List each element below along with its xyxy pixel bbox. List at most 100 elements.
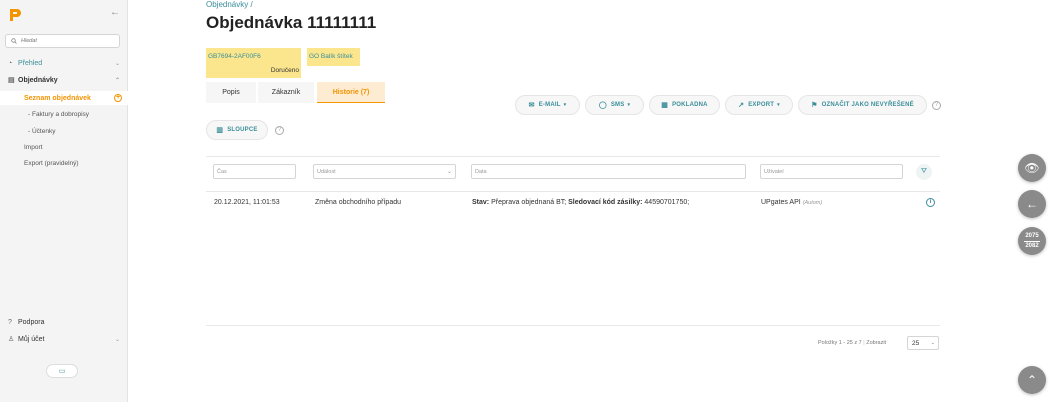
chevron-down-icon: ⌄: [930, 340, 935, 346]
zoom-bottom-value: 2082: [1025, 242, 1039, 249]
chevron-down-icon: ⌄: [114, 336, 120, 343]
calendar-icon: ▭: [58, 368, 66, 375]
export-icon: ↗: [738, 102, 745, 109]
zoom-indicator[interactable]: 2075 2082: [1018, 227, 1046, 255]
columns-label: SLOUPCE: [227, 127, 258, 133]
chevron-up-icon: ⌃: [114, 77, 120, 84]
sidebar-search[interactable]: [5, 34, 120, 48]
sidebar: ← ◔ Přehled ⌄ ▤ Objednávky ⌃ Seznam obje…: [0, 0, 128, 402]
sidebar-item-overview[interactable]: ◔ Přehled ⌄: [0, 56, 128, 70]
tab-description[interactable]: Popis: [206, 82, 256, 103]
cash-register-icon: ▦: [661, 102, 669, 109]
search-input[interactable]: [21, 38, 111, 44]
chevron-up-icon: ⌃: [1026, 373, 1038, 387]
sidebar-item-account[interactable]: ♙ Můj účet ⌄: [0, 332, 128, 346]
filter-time[interactable]: Čas: [213, 164, 296, 179]
row-data-value: Přeprava objednaná BT;: [491, 199, 567, 206]
info-icon[interactable]: i: [926, 198, 935, 207]
pagination-range: Položky 1 - 25 z 7: [818, 340, 862, 346]
divider: [206, 325, 940, 326]
sidebar-item-order-list[interactable]: Seznam objednávek +: [0, 91, 128, 105]
mark-unresolved-label: OZNAČIT JAKO NEVYŘEŠENÉ: [821, 102, 914, 108]
sidebar-item-label: Podpora: [18, 318, 45, 326]
filter-user[interactable]: Uživatel: [760, 164, 903, 179]
sidebar-item-receipts[interactable]: - Účtenky: [0, 124, 128, 138]
zoom-divider: [1024, 240, 1040, 242]
add-icon[interactable]: +: [114, 94, 122, 102]
filter-user-placeholder: Uživatel: [764, 169, 784, 175]
user-icon: ♙: [8, 336, 15, 343]
upgates-logo[interactable]: [8, 8, 21, 22]
sidebar-item-label: Objednávky: [18, 76, 58, 84]
collapse-sidebar-icon[interactable]: ←: [110, 7, 120, 18]
pagination-summary: Položky 1 - 25 z 7 | Zobrazit: [818, 340, 887, 346]
page-title: Objednávka 11111111: [206, 13, 377, 32]
row-event-link[interactable]: Změna obchodního případu: [315, 199, 401, 206]
scroll-top-button[interactable]: ⌃: [1018, 366, 1046, 394]
divider: [206, 156, 940, 157]
back-button[interactable]: ←: [1018, 190, 1046, 218]
export-button[interactable]: ↗ EXPORT ▾: [725, 95, 793, 115]
question-icon: ?: [8, 318, 12, 326]
sidebar-item-label: Přehled: [18, 59, 43, 67]
columns-icon: ▥: [216, 127, 224, 134]
search-icon: [11, 38, 17, 44]
tab-customer[interactable]: Zákazník: [258, 82, 314, 103]
sidebar-item-invoices[interactable]: - Faktury a dobropisy: [0, 107, 128, 121]
chevron-down-icon: ▾: [777, 102, 780, 108]
sidebar-item-label: Import: [24, 143, 43, 151]
arrow-left-icon: ←: [1026, 197, 1038, 211]
pagination-show-label: Zobrazit: [866, 340, 887, 346]
mark-unresolved-button[interactable]: ⚑ OZNAČIT JAKO NEVYŘEŠENÉ: [798, 95, 927, 115]
calendar-button[interactable]: ▭: [46, 364, 78, 378]
columns-button[interactable]: ▥ SLOUPCE: [206, 120, 268, 140]
eye-icon: 👁: [1024, 161, 1040, 175]
sidebar-item-orders[interactable]: ▤ Objednávky ⌃: [0, 73, 128, 87]
row-time: 20.12.2021, 11:01:53: [214, 199, 280, 206]
breadcrumb[interactable]: Objednávky /: [206, 0, 253, 9]
email-button[interactable]: ✉ E-MAIL ▾: [515, 95, 580, 115]
row-user: UPgates API (Autom): [761, 199, 822, 206]
tracking-tag[interactable]: GB7694-2AF00F6 Doručeno: [206, 48, 301, 78]
row-data-key: Stav:: [472, 199, 490, 206]
export-label: EXPORT: [748, 102, 775, 108]
dashboard-icon: ◔: [8, 59, 13, 67]
register-label: POKLADNA: [672, 102, 708, 108]
sidebar-item-label: Export (pravidelný): [24, 159, 79, 167]
filter-data[interactable]: Data: [471, 164, 746, 179]
email-label: E-MAIL: [538, 102, 561, 108]
orders-icon: ▤: [8, 77, 15, 84]
preview-button[interactable]: 👁: [1018, 154, 1046, 182]
sidebar-item-label: - Faktury a dobropisy: [28, 110, 90, 118]
sidebar-item-export[interactable]: Export (pravidelný): [0, 156, 128, 170]
filter-time-placeholder: Čas: [217, 169, 227, 175]
chevron-down-icon: ⌄: [446, 169, 452, 175]
help-icon[interactable]: ?: [932, 101, 941, 110]
row-data-key: Sledovací kód zásilky:: [568, 199, 643, 206]
page-size-value: 25: [912, 340, 920, 347]
sidebar-item-label: Seznam objednávek: [24, 94, 91, 102]
sidebar-item-import[interactable]: Import: [0, 140, 128, 154]
sms-button[interactable]: ◯ SMS ▾: [585, 95, 644, 115]
divider: [206, 191, 940, 192]
sidebar-item-label: - Účtenky: [28, 127, 56, 135]
tab-history[interactable]: Historie (7): [317, 82, 385, 103]
help-icon[interactable]: ?: [275, 126, 284, 135]
mail-icon: ✉: [528, 102, 535, 109]
filter-event-placeholder: Událost: [317, 169, 336, 175]
row-data: Stav: Přeprava objednaná BT; Sledovací k…: [472, 199, 689, 206]
chevron-down-icon: ⌄: [114, 60, 120, 67]
sidebar-item-support[interactable]: ? Podpora: [0, 315, 128, 329]
filter-event[interactable]: Událost ⌄: [313, 164, 456, 179]
sidebar-item-label: Můj účet: [18, 335, 45, 343]
page-size-select[interactable]: 25 ⌄: [907, 336, 939, 350]
filter-data-placeholder: Data: [475, 169, 487, 175]
register-button[interactable]: ▦ POKLADNA: [649, 95, 720, 115]
label-tag[interactable]: GO Balík štítek: [307, 48, 360, 66]
filter-icon[interactable]: ⛛: [916, 164, 932, 180]
tracking-code[interactable]: GB7694-2AF00F6: [208, 53, 261, 60]
sms-label: SMS: [610, 102, 625, 108]
chevron-down-icon: ▾: [563, 102, 567, 108]
chevron-down-icon: ▾: [627, 102, 631, 108]
chat-icon: ◯: [598, 102, 607, 109]
